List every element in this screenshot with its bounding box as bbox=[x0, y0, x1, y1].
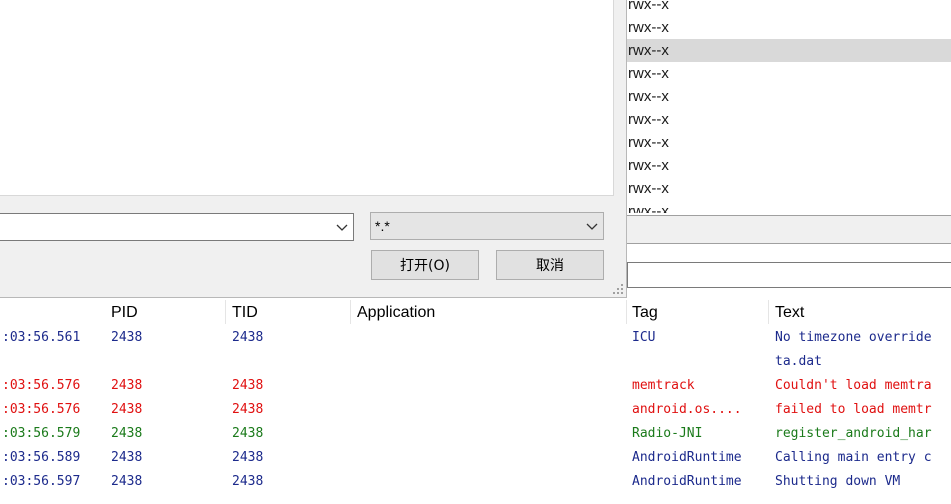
log-cell-tid: 2438 bbox=[232, 474, 264, 489]
log-cell-text: Calling main entry c bbox=[775, 450, 932, 465]
log-cell-text: ta.dat bbox=[775, 354, 822, 369]
log-cell-time: :03:56.576 bbox=[2, 378, 81, 393]
column-header-tag[interactable]: Tag bbox=[627, 298, 767, 326]
log-cell-tid: 2438 bbox=[232, 426, 264, 441]
resize-grip-icon[interactable] bbox=[612, 283, 625, 296]
column-header-tid[interactable]: TID bbox=[227, 298, 350, 326]
log-cell-tid: 2438 bbox=[232, 378, 264, 393]
permission-list-item[interactable]: rwx--x bbox=[627, 131, 951, 154]
log-cell-text: register_android_har bbox=[775, 426, 932, 441]
permission-list-item[interactable]: rwx--x bbox=[627, 62, 951, 85]
permission-list-item[interactable]: rwx--x bbox=[627, 177, 951, 200]
log-row[interactable]: :03:56.576 2438 2438 android.os.... failed t… bbox=[0, 398, 951, 422]
log-row[interactable]: :03:56.597 2438 2438 AndroidRuntime Shutting… bbox=[0, 470, 951, 494]
log-cell-tag: android.os.... bbox=[632, 402, 742, 417]
permission-list-item[interactable]: rwx--x bbox=[627, 39, 951, 62]
filename-combobox[interactable] bbox=[0, 213, 354, 241]
log-row[interactable]: :03:56.589 2438 2438 AndroidRuntime Calling … bbox=[0, 446, 951, 470]
chevron-down-icon[interactable] bbox=[585, 219, 599, 233]
log-cell-pid: 2438 bbox=[111, 378, 143, 393]
log-row[interactable]: ta.dat bbox=[0, 350, 951, 374]
log-cell-pid: 2438 bbox=[111, 450, 143, 465]
log-cell-tid: 2438 bbox=[232, 450, 264, 465]
log-cell-tag: memtrack bbox=[632, 378, 695, 393]
permission-list[interactable]: rwx--x rwx--x rwx--x rwx--x rwx--x rwx--x rwx-… bbox=[627, 0, 951, 213]
column-header-pid[interactable]: PID bbox=[106, 298, 225, 326]
permission-list-item[interactable]: rwx--x bbox=[627, 200, 951, 213]
log-cell-tag: ICU bbox=[632, 330, 656, 345]
permission-list-item[interactable]: rwx--x bbox=[627, 16, 951, 39]
column-header-text[interactable]: Text bbox=[770, 298, 951, 326]
file-browser-area[interactable] bbox=[0, 0, 614, 196]
log-cell-tag: Radio-JNI bbox=[632, 426, 703, 441]
column-divider[interactable] bbox=[768, 300, 769, 324]
log-cell-tag: AndroidRuntime bbox=[632, 474, 742, 489]
permission-list-item[interactable]: rwx--x bbox=[627, 108, 951, 131]
right-toolbar-strip bbox=[627, 215, 951, 244]
column-header-application[interactable]: Application bbox=[352, 298, 626, 326]
log-row[interactable]: :03:56.579 2438 2438 Radio-JNI register_andr… bbox=[0, 422, 951, 446]
permission-list-item[interactable]: rwx--x bbox=[627, 85, 951, 108]
cancel-button[interactable]: 取消 bbox=[496, 250, 604, 280]
right-filter-input[interactable] bbox=[627, 262, 951, 288]
open-button[interactable]: 打开(O) bbox=[371, 250, 479, 280]
log-cell-time: :03:56.561 bbox=[2, 330, 81, 345]
log-cell-pid: 2438 bbox=[111, 402, 143, 417]
log-cell-time: :03:56.576 bbox=[2, 402, 81, 417]
log-cell-pid: 2438 bbox=[111, 330, 143, 345]
log-cell-pid: 2438 bbox=[111, 426, 143, 441]
column-divider[interactable] bbox=[350, 300, 351, 324]
filter-value: *.* bbox=[375, 218, 390, 234]
log-cell-time: :03:56.597 bbox=[2, 474, 81, 489]
logcat-table: PID TID Application Tag Text :03:56.561 2… bbox=[0, 298, 951, 504]
chevron-down-icon[interactable] bbox=[335, 220, 349, 234]
permission-list-item[interactable]: rwx--x bbox=[627, 0, 951, 16]
log-cell-text: No timezone override bbox=[775, 330, 932, 345]
log-cell-text: Couldn't load memtra bbox=[775, 378, 932, 393]
log-cell-tid: 2438 bbox=[232, 330, 264, 345]
log-cell-tid: 2438 bbox=[232, 402, 264, 417]
file-type-filter-select[interactable]: *.* bbox=[370, 212, 604, 240]
log-cell-time: :03:56.589 bbox=[2, 450, 81, 465]
log-cell-pid: 2438 bbox=[111, 474, 143, 489]
log-row[interactable]: :03:56.576 2438 2438 memtrack Couldn't load … bbox=[0, 374, 951, 398]
column-divider[interactable] bbox=[225, 300, 226, 324]
permission-list-item[interactable]: rwx--x bbox=[627, 154, 951, 177]
log-row[interactable]: :03:56.561 2438 2438 ICU No timezone overrid… bbox=[0, 326, 951, 350]
log-cell-text: Shutting down VM bbox=[775, 474, 901, 489]
log-cell-tag: AndroidRuntime bbox=[632, 450, 742, 465]
log-cell-time: :03:56.579 bbox=[2, 426, 81, 441]
file-open-dialog: *.* 打开(O) 取消 bbox=[0, 0, 627, 298]
log-cell-text: failed to load memtr bbox=[775, 402, 932, 417]
